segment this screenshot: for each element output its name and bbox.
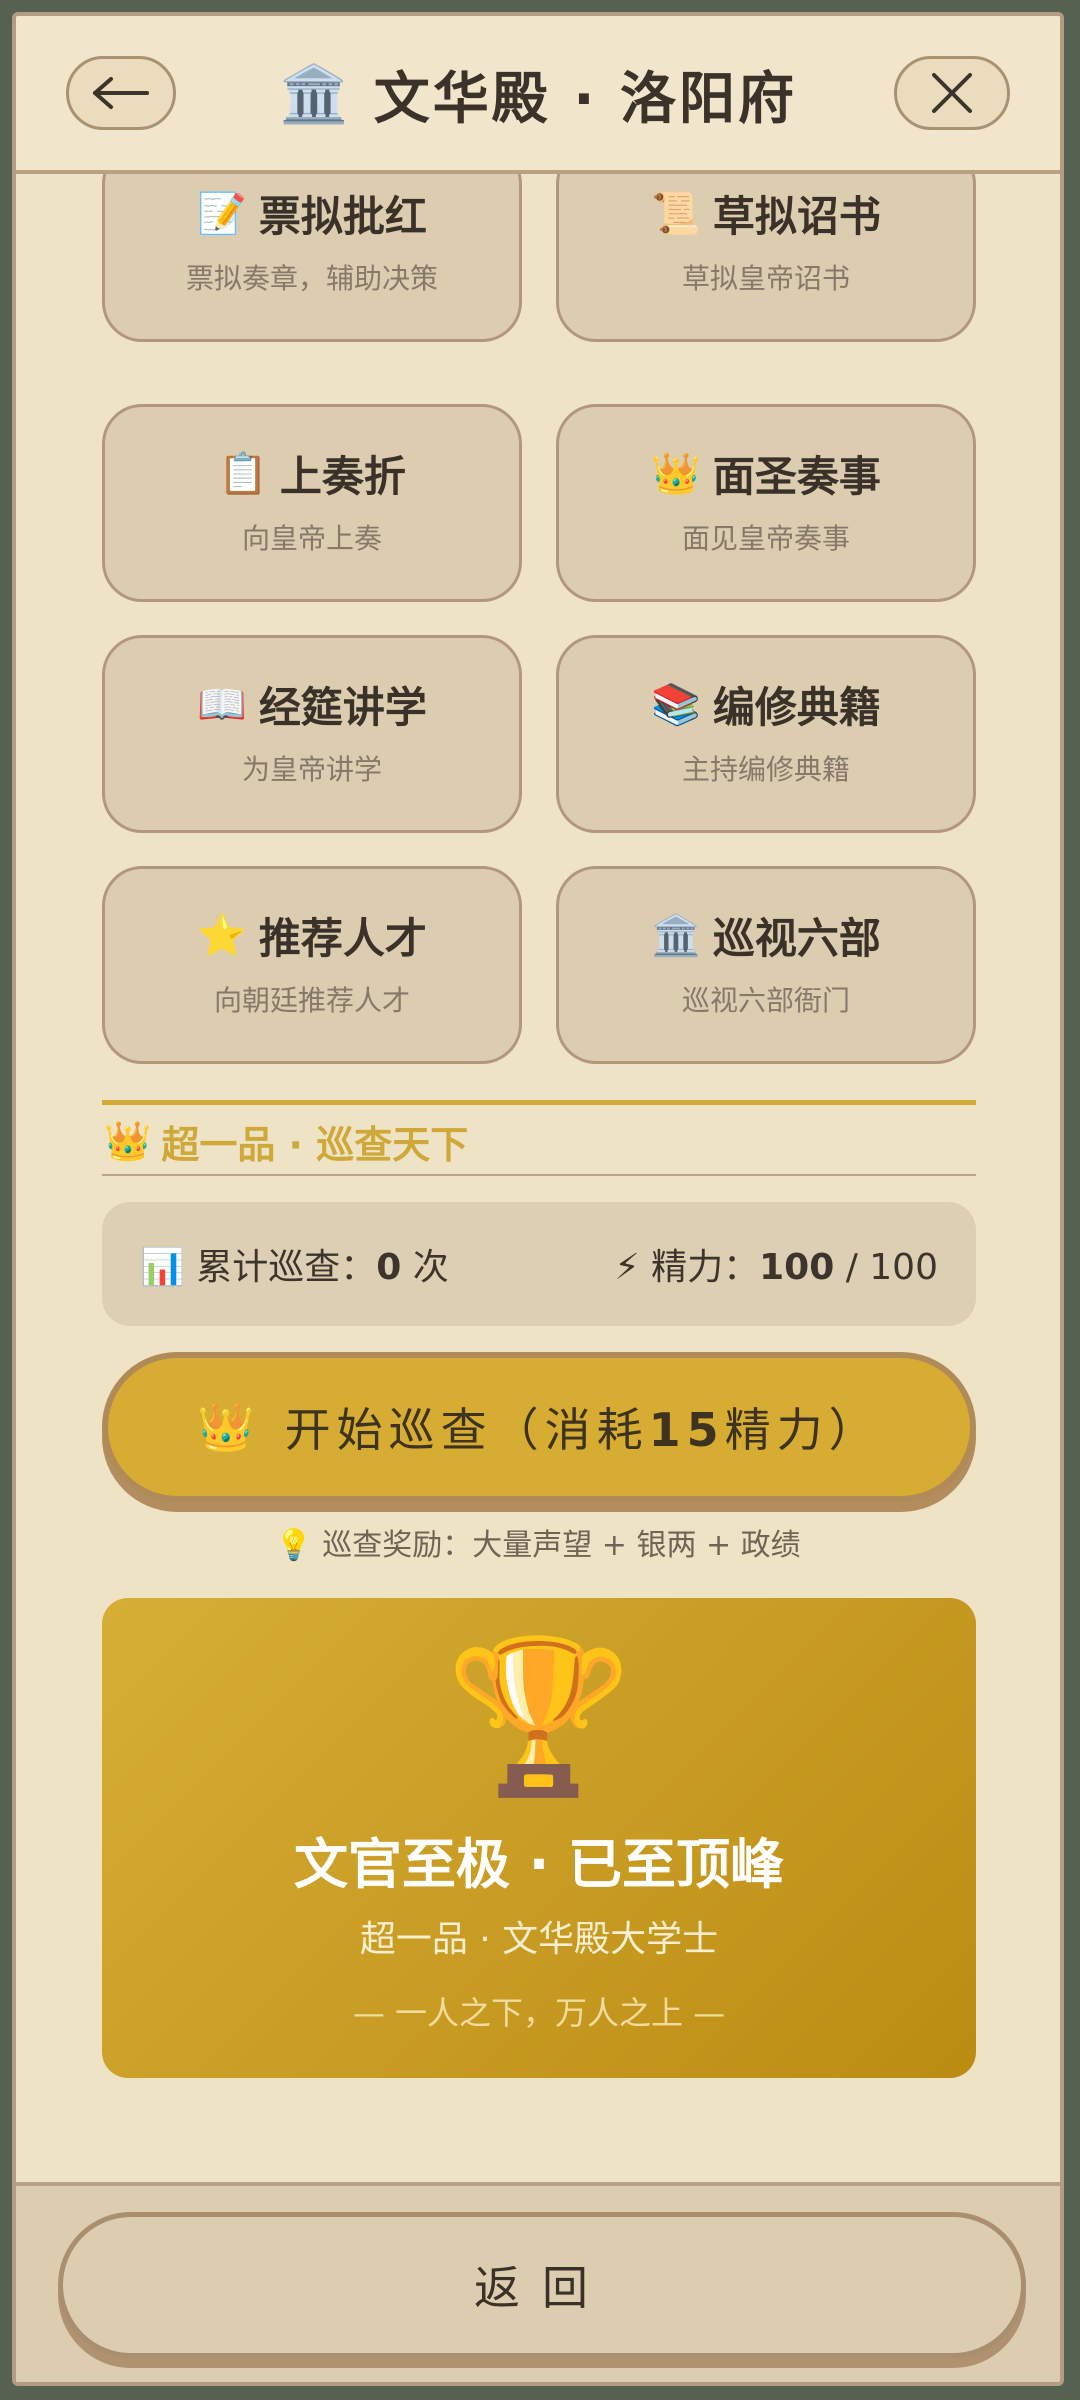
inspection-count-value: 0 — [376, 1247, 402, 1288]
action-subtitle: 主持编修典籍 — [681, 753, 850, 786]
section-divider-bottom — [102, 1174, 976, 1176]
footer-bar: 返回 — [16, 2182, 1060, 2382]
action-title: 编修典籍 — [712, 683, 881, 732]
action-card-lecture[interactable]: 📖 经筵讲学 为皇帝讲学 — [102, 635, 522, 833]
action-title: 经筵讲学 — [258, 683, 427, 732]
start-inspection-label: 开始巡查（消耗15精力） — [284, 1403, 881, 1457]
crown-icon: 👑 — [104, 1119, 152, 1163]
action-title: 推荐人才 — [258, 914, 427, 963]
action-title: 面圣奏事 — [712, 452, 881, 501]
star-icon: ⭐ — [197, 913, 247, 959]
section-title-text: 超一品 · 巡查天下 — [161, 1123, 469, 1167]
reward-tip-text: 巡查奖励：大量声望 + 银两 + 政绩 — [322, 1528, 801, 1563]
peak-motto: — 一人之下，万人之上 — — [352, 1994, 726, 2032]
lightning-icon: ⚡ — [614, 1247, 640, 1288]
app-frame: 🏛️ 文华殿 · 洛阳府 📝 票拟批红 票拟奏章，辅助决策 📜 草拟诏书 草拟皇帝诏… — [12, 12, 1064, 2386]
crown-icon: 👑 — [651, 451, 701, 497]
energy-value: 100 — [759, 1247, 835, 1288]
scroll-icon: 📜 — [651, 191, 701, 237]
action-card-memorial[interactable]: 📋 上奏折 向皇帝上奏 — [102, 404, 522, 602]
action-card-recommend[interactable]: ⭐ 推荐人才 向朝廷推荐人才 — [102, 866, 522, 1064]
inspection-count: 📊 累计巡查：0 次 — [140, 1247, 449, 1288]
action-title: 上奏折 — [279, 452, 406, 501]
action-subtitle: 票拟奏章，辅助决策 — [185, 262, 438, 295]
books-icon: 📚 — [651, 682, 701, 728]
section-divider-top — [102, 1100, 976, 1105]
clipboard-icon: 📋 — [218, 451, 268, 497]
action-card-audience[interactable]: 👑 面圣奏事 面见皇帝奏事 — [556, 404, 976, 602]
memo-icon: 📝 — [197, 191, 247, 237]
action-title: 巡视六部 — [712, 914, 881, 963]
action-title: 票拟批红 — [258, 192, 427, 241]
action-subtitle: 向皇帝上奏 — [241, 522, 382, 555]
action-subtitle: 面见皇帝奏事 — [681, 522, 850, 555]
header-bar: 🏛️ 文华殿 · 洛阳府 — [16, 16, 1060, 174]
palace-icon: 🏛️ — [651, 913, 701, 959]
start-inspection-button[interactable]: 👑 开始巡查（消耗15精力） — [102, 1352, 976, 1502]
action-subtitle: 巡视六部衙门 — [681, 984, 850, 1017]
return-button[interactable]: 返回 — [58, 2212, 1026, 2358]
close-icon — [932, 73, 972, 113]
action-title: 草拟诏书 — [712, 192, 881, 241]
action-subtitle: 草拟皇帝诏书 — [681, 262, 850, 295]
trophy-icon: 🏆 — [445, 1630, 633, 1804]
bar-chart-icon: 📊 — [140, 1247, 185, 1288]
palace-icon: 🏛️ — [279, 62, 352, 127]
section-title: 👑 超一品 · 巡查天下 — [104, 1114, 468, 1169]
energy-max: / 100 — [834, 1247, 938, 1288]
reward-tip: 💡 巡查奖励：大量声望 + 银两 + 政绩 — [16, 1520, 1060, 1564]
lightbulb-icon: 💡 — [275, 1528, 313, 1563]
action-subtitle: 向朝廷推荐人才 — [213, 984, 410, 1017]
action-card-edict[interactable]: 📜 草拟诏书 草拟皇帝诏书 — [556, 174, 976, 342]
action-card-compile[interactable]: 📚 编修典籍 主持编修典籍 — [556, 635, 976, 833]
energy-display: ⚡ 精力：100 / 100 — [614, 1247, 938, 1288]
scroll-content[interactable]: 📝 票拟批红 票拟奏章，辅助决策 📜 草拟诏书 草拟皇帝诏书 📋 上奏折 向皇帝上奏 … — [16, 174, 1060, 2194]
action-card-piaoni[interactable]: 📝 票拟批红 票拟奏章，辅助决策 — [102, 174, 522, 342]
inspection-stats: 📊 累计巡查：0 次 ⚡ 精力：100 / 100 — [102, 1202, 976, 1326]
close-button[interactable] — [894, 56, 1010, 130]
action-card-inspect-ministries[interactable]: 🏛️ 巡视六部 巡视六部衙门 — [556, 866, 976, 1064]
action-subtitle: 为皇帝讲学 — [241, 753, 382, 786]
peak-subtitle: 超一品 · 文华殿大学士 — [359, 1919, 719, 1960]
peak-title: 文官至极 · 已至顶峰 — [293, 1833, 785, 1896]
peak-achievement-card: 🏆 文官至极 · 已至顶峰 超一品 · 文华殿大学士 — 一人之下，万人之上 — — [102, 1598, 976, 2078]
crown-icon: 👑 — [197, 1399, 261, 1454]
page-title-text: 文华殿 · 洛阳府 — [373, 66, 797, 132]
open-book-icon: 📖 — [197, 682, 247, 728]
